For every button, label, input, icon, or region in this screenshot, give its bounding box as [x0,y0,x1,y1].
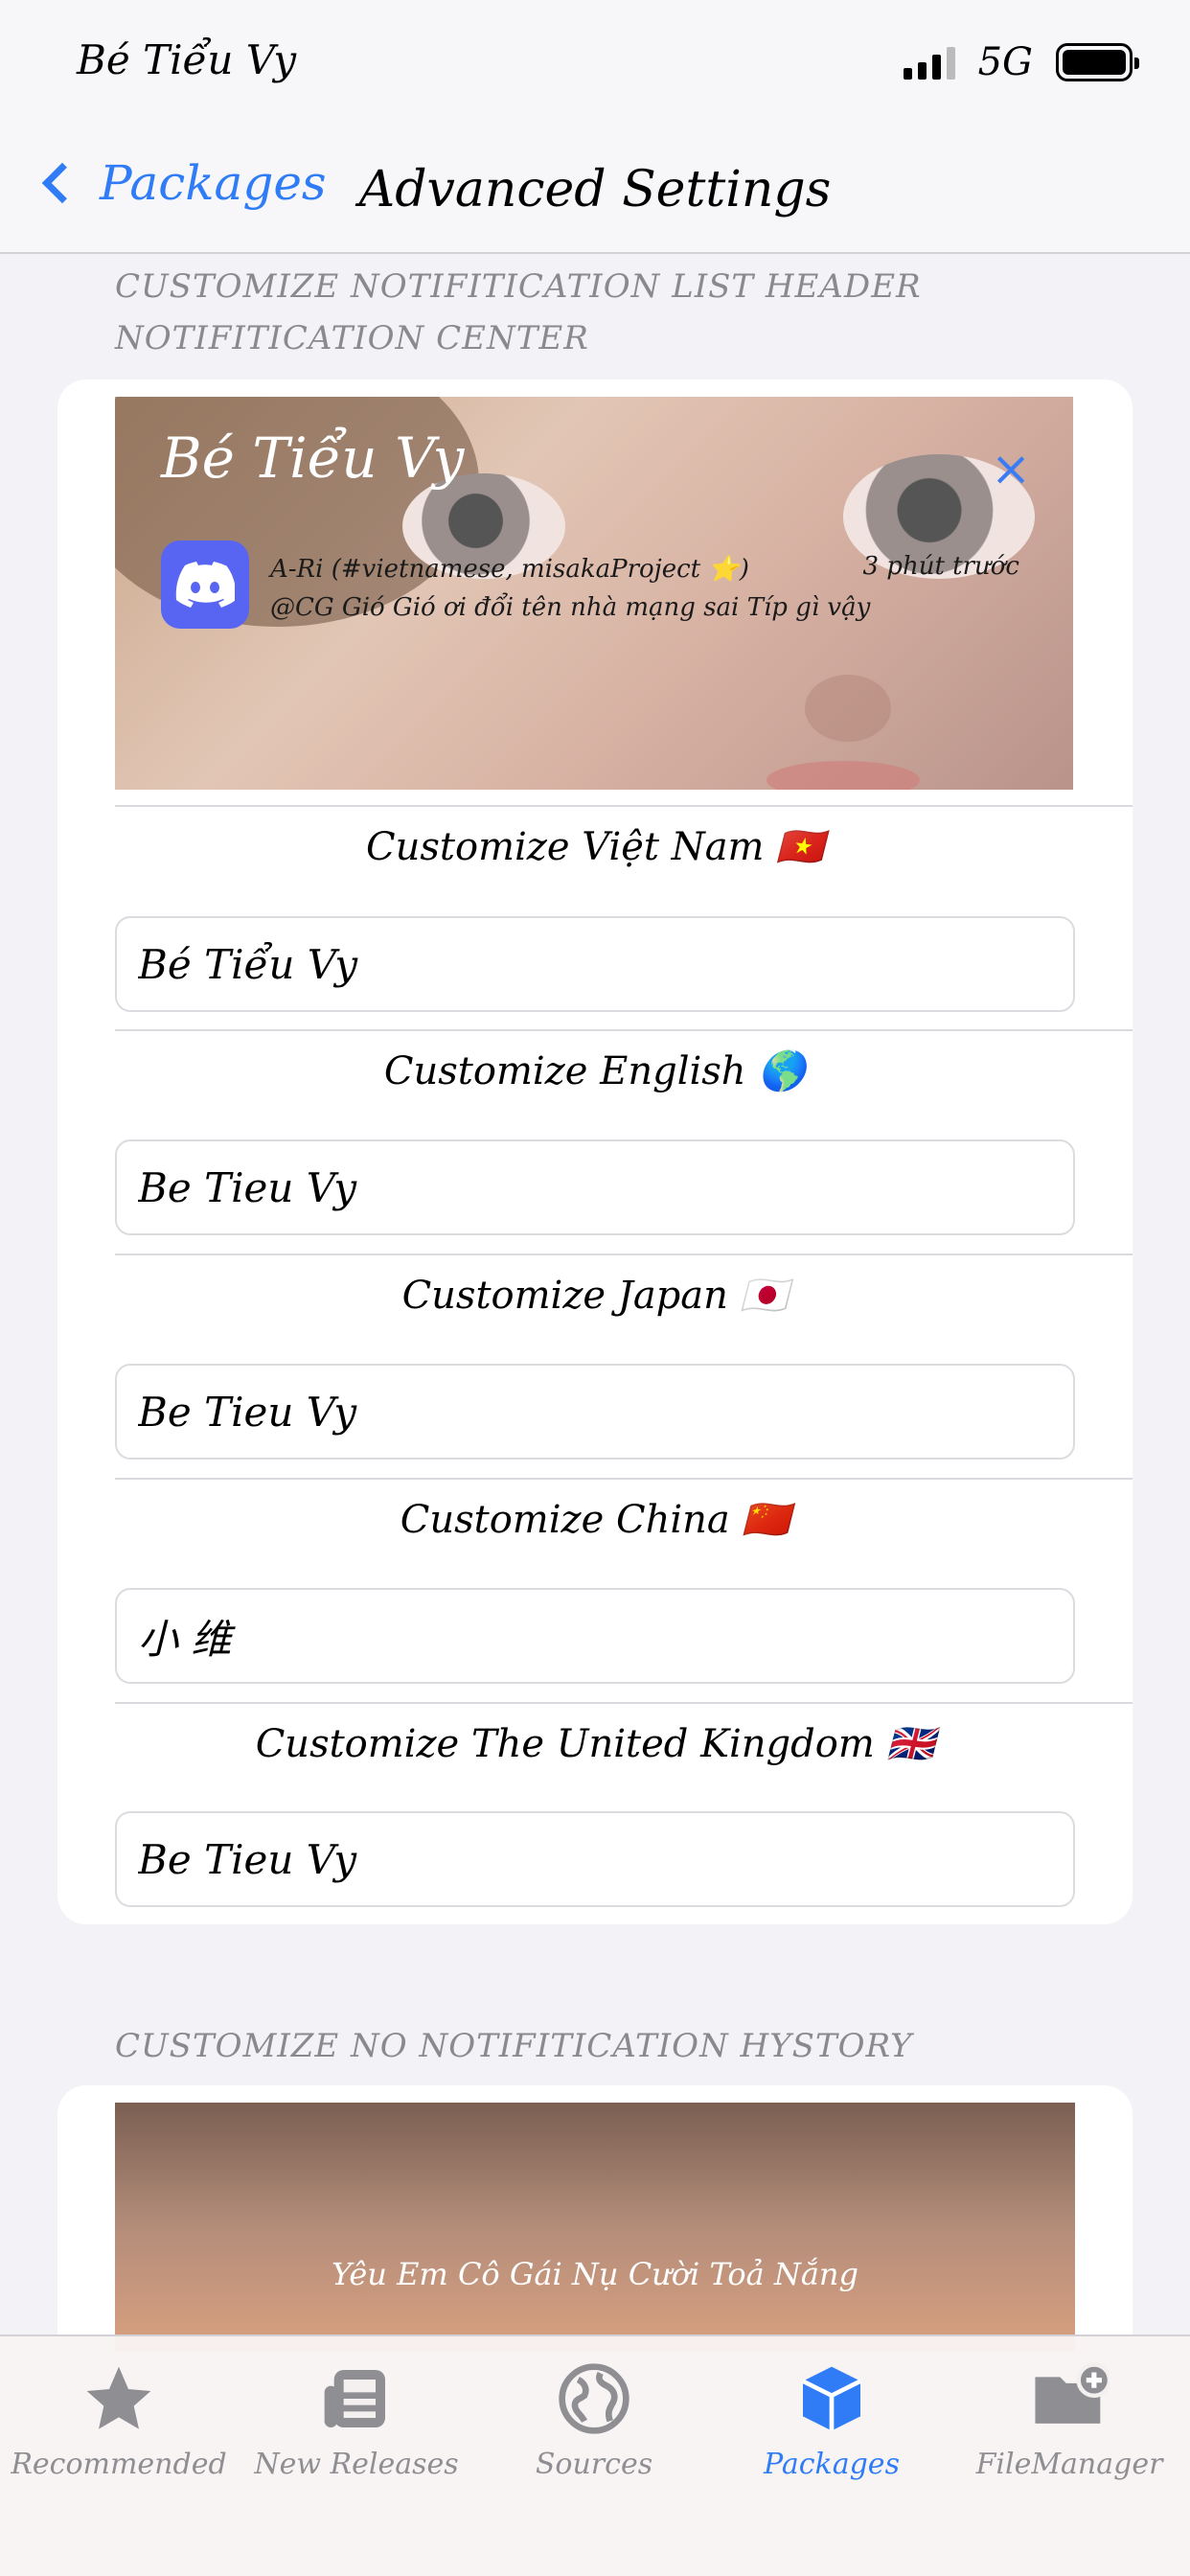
folder-add-icon [950,2356,1188,2442]
row-label-uk: Customize The United Kingdom 🇬🇧 [255,1722,935,1766]
tab-new-releases[interactable]: New Releases [238,2356,475,2481]
china-name-field[interactable] [115,1588,1075,1684]
row-label-vietnam: Customize Việt Nam 🇻🇳 [366,825,824,869]
section-header-line: NOTIFITICATION CENTER [115,319,589,357]
star-icon [0,2356,238,2442]
row-divider [115,1478,1133,1480]
close-icon[interactable]: × [991,441,1031,496]
tab-label: New Releases [254,2448,459,2481]
no-notification-preview: Yêu Em Cô Gái Nụ Cười Toả Nắng [115,2103,1075,2352]
battery-icon [1056,43,1139,81]
preview-message: A-Ri (#vietnamese, misakaProject ⭐) @CG … [270,550,870,627]
preview-message-line: A-Ri (#vietnamese, misakaProject ⭐) [270,555,749,584]
tab-label: Recommended [11,2448,227,2481]
preview-title: Bé Tiểu Vy [161,426,465,491]
discord-icon [161,540,249,629]
preview-timestamp: 3 phút trước [862,552,1020,581]
box-icon [713,2356,950,2442]
globe-icon [475,2356,713,2442]
uk-name-field[interactable] [115,1811,1075,1907]
preview-message-line: @CG Gió Gió ơi đổi tên nhà mạng sai Típ … [270,593,871,622]
signal-icon [903,45,955,80]
section-header-line: CUSTOMIZE NOTIFITICATION LIST HEADER [115,267,922,306]
row-label-china: Customize China 🇨🇳 [400,1498,790,1542]
row-divider [115,1702,1133,1704]
vietnam-name-field[interactable] [115,916,1075,1012]
tab-label: Sources [535,2448,653,2481]
tab-bar: Recommended New Releases Sources Package… [0,2334,1190,2576]
row-divider [115,1029,1133,1031]
status-indicators: 5G [903,40,1139,84]
tab-sources[interactable]: Sources [475,2356,713,2481]
settings-card-notification-header: Bé Tiểu Vy × A-Ri (#vietnamese, misakaPr… [57,380,1133,1924]
network-type: 5G [977,40,1033,84]
row-divider [115,1254,1133,1255]
tab-recommended[interactable]: Recommended [0,2356,238,2481]
tab-packages[interactable]: Packages [713,2356,950,2481]
section-header-no-notification: CUSTOMIZE NO NOTIFITICATION HYSTORY [115,2027,913,2065]
japan-name-field[interactable] [115,1364,1075,1460]
no-notification-preview-text: Yêu Em Cô Gái Nụ Cười Toả Nắng [332,2256,858,2292]
tab-file-manager[interactable]: FileManager [950,2356,1188,2481]
notification-preview: Bé Tiểu Vy × A-Ri (#vietnamese, misakaPr… [115,397,1073,790]
row-label-english: Customize English 🌎 [383,1049,807,1093]
tab-label: FileManager [975,2448,1163,2481]
status-bar: Bé Tiểu Vy 5G [0,0,1190,134]
section-header-list-header: CUSTOMIZE NOTIFITICATION LIST HEADER NOT… [115,261,922,364]
status-carrier-label: Bé Tiểu Vy [77,36,297,83]
row-divider [115,805,1133,807]
page-title: Advanced Settings [358,161,832,218]
news-icon [238,2356,475,2442]
row-label-japan: Customize Japan 🇯🇵 [401,1274,789,1318]
tab-label: Packages [764,2448,900,2481]
english-name-field[interactable] [115,1139,1075,1235]
navigation-bar: Packages Advanced Settings [0,134,1190,254]
